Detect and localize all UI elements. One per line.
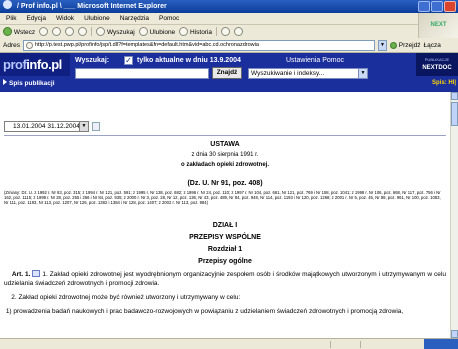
search-scope-select[interactable]: Wyszukiwanie i indeksy... ▼ (248, 68, 368, 79)
address-label: Adres (3, 41, 20, 49)
maximize-button[interactable] (431, 1, 443, 12)
spis-right-link[interactable]: Spis: Hl| (432, 80, 456, 86)
go-arrow-icon (389, 41, 397, 49)
ie-icon (3, 0, 12, 9)
doc-dzial-title: PRZEPISY WSPÓLNE (189, 233, 261, 241)
status-divider (360, 341, 361, 348)
refresh-icon[interactable] (65, 27, 75, 36)
home-icon[interactable] (78, 27, 88, 36)
vertical-scrollbar[interactable] (450, 92, 458, 338)
header-links: Ustawienia Pomoc (286, 57, 344, 64)
doc-paragraph-2: 2. Zakład opieki zdrowotnej może być rów… (11, 293, 241, 301)
only-current-checkbox[interactable]: ✓ (124, 56, 133, 65)
browser-toolbar: Wstecz Wyszukaj Ulubione Historia (0, 25, 418, 38)
favorites-toolbar-button[interactable]: Ulubione (138, 27, 175, 36)
status-divider (330, 341, 331, 348)
doc-dzial: DZIAŁ I (212, 221, 238, 229)
nextdoc-logo: PUBLIKACJE NEXTDOC (416, 53, 458, 76)
site-header: prof info.pl Spis publikacji Wyszukaj: ✓ … (0, 53, 458, 92)
history-toolbar-button[interactable]: Historia (179, 27, 212, 36)
status-bar (0, 338, 458, 349)
date-filter-row: 13.01.2004 31.12.2004 ▼ (0, 92, 458, 132)
scroll-down-icon[interactable] (451, 330, 458, 338)
menu-item-favorites[interactable]: Ulubione (84, 15, 110, 22)
window-title-bar: / Prof info.pl \ ___ Microsoft Internet … (0, 0, 458, 13)
toolbar-divider (216, 27, 218, 36)
triangle-right-icon (3, 79, 7, 85)
document-content: USTAWA z dnia 30 sierpnia 1991 r. o zakł… (4, 139, 446, 316)
spis-publikacji-link[interactable]: Spis publikacji (3, 79, 55, 87)
document-view: USTAWA z dnia 30 sierpnia 1991 r. o zakł… (0, 133, 450, 338)
toolbar-divider (91, 27, 93, 36)
print-icon[interactable] (234, 27, 244, 36)
divider (4, 135, 446, 136)
scroll-up-icon[interactable] (451, 92, 458, 100)
document-list-icon[interactable] (92, 122, 100, 131)
search-button[interactable]: Znajdź (212, 67, 242, 79)
doc-title: USTAWA (210, 141, 240, 148)
go-button[interactable]: Przejdź (389, 41, 420, 49)
menu-item-view[interactable]: Widok (56, 15, 74, 22)
mail-icon[interactable] (221, 27, 231, 36)
close-button[interactable] (444, 1, 456, 12)
settings-link[interactable]: Ustawienia (286, 57, 320, 64)
search-icon (96, 27, 106, 36)
address-dropdown-icon[interactable]: ▼ (377, 39, 387, 51)
stop-icon[interactable] (52, 27, 62, 36)
article-label: Art. 1. (11, 270, 31, 278)
back-arrow-icon (3, 27, 12, 36)
menu-item-file[interactable]: Plik (6, 15, 16, 22)
doc-subject: o zakładach opieki zdrowotnej. (180, 162, 270, 168)
doc-rozdzial: Rozdział 1 (207, 245, 243, 253)
help-link[interactable]: Pomoc (322, 57, 344, 64)
star-icon (138, 27, 148, 36)
chevron-down-icon: ▼ (358, 69, 367, 78)
taskbar-edge (424, 339, 458, 349)
menu-item-edit[interactable]: Edycja (26, 15, 46, 22)
back-button[interactable]: Wstecz (3, 27, 35, 36)
doc-date: z dnia 30 sierpnia 1991 r. (191, 152, 259, 158)
address-input[interactable]: http://p.test.pwp.pl/profinfo/jsp/t.dll?… (22, 39, 375, 51)
info-icon[interactable] (32, 269, 41, 277)
menu-item-tools[interactable]: Narzędzia (120, 15, 149, 22)
page-icon (25, 41, 33, 49)
doc-paragraph-3: 1) prowadzenia badań naukowych i prac ba… (5, 307, 404, 315)
search-label: Wyszukaj: (75, 57, 110, 64)
doc-amendments[interactable]: (Zmiany: Dz. U. z 1992 r. Nr 63, poz. 31… (4, 190, 446, 206)
menu-bar: Plik Edycja Widok Ulubione Narzędzia Pom… (0, 13, 458, 25)
links-button[interactable]: Łącza (423, 42, 440, 49)
forward-arrow-icon[interactable] (39, 27, 49, 36)
windows-logo: NEXT (418, 13, 458, 38)
history-icon (179, 27, 189, 36)
scroll-thumb[interactable] (451, 102, 458, 126)
search-toolbar-button[interactable]: Wyszukaj (96, 27, 135, 36)
menu-item-help[interactable]: Pomoc (159, 15, 179, 22)
chevron-down-icon: ▼ (79, 122, 88, 131)
profinfo-logo[interactable]: prof info.pl (0, 53, 70, 76)
search-input[interactable] (75, 68, 209, 79)
doc-article-1: Art. 1. 1. Zakład opieki zdrowotnej jest… (4, 269, 446, 288)
minimize-button[interactable] (418, 1, 430, 12)
window-title: / Prof info.pl \ ___ Microsoft Internet … (16, 3, 167, 10)
doc-rozdzial-title: Przepisy ogólne (198, 257, 252, 265)
paragraph-1: 1. Zakład opieki zdrowotnej jest wyodręb… (4, 270, 446, 287)
doc-reference[interactable]: (Dz. U. Nr 91, poz. 408) (4, 180, 446, 187)
only-current-label: tylko aktualne w dniu 13.9.2004 (137, 57, 241, 64)
date-range-select[interactable]: 13.01.2004 31.12.2004 ▼ (4, 121, 89, 132)
window-controls (418, 1, 456, 12)
address-bar: Adres http://p.test.pwp.pl/profinfo/jsp/… (0, 38, 458, 53)
address-url: http://p.test.pwp.pl/profinfo/jsp/t.dll?… (34, 41, 259, 48)
